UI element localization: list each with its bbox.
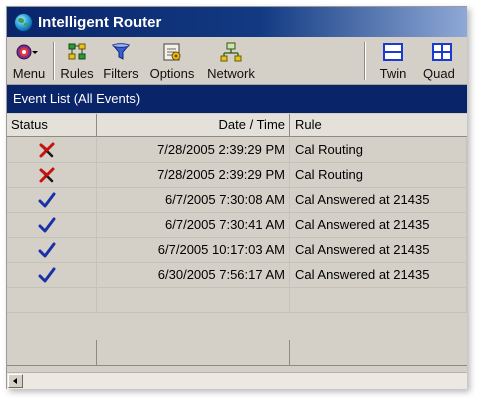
blue-check-icon [38, 217, 56, 233]
table-row[interactable]: 7/28/2005 2:39:29 PM Cal Routing [7, 163, 467, 188]
summary-cell [97, 340, 290, 366]
blue-check-icon [38, 242, 56, 258]
menu-label: Menu [12, 66, 46, 81]
table-row[interactable]: 6/7/2005 7:30:08 AM Cal Answered at 2143… [7, 188, 467, 213]
rule-cell: Cal Routing [290, 138, 467, 163]
datetime-cell: 6/7/2005 7:30:41 AM [97, 213, 290, 238]
empty-cell [97, 288, 290, 313]
app-globe-icon [14, 12, 33, 32]
filters-button[interactable]: Filters [99, 37, 143, 85]
quad-layout-icon [432, 43, 452, 61]
rule-cell: Cal Answered at 21435 [290, 263, 467, 288]
status-cell [7, 263, 97, 288]
table-row[interactable]: 6/7/2005 7:30:41 AM Cal Answered at 2143… [7, 213, 467, 238]
blue-check-icon [38, 267, 56, 283]
rules-icon [68, 43, 86, 60]
column-header-rule[interactable]: Rule [290, 114, 467, 137]
options-label: Options [149, 66, 195, 81]
datetime-cell: 6/7/2005 10:17:03 AM [97, 238, 290, 263]
empty-row [7, 288, 467, 313]
blue-check-icon [38, 192, 56, 208]
summary-cell [290, 340, 467, 366]
red-x-icon [39, 167, 55, 183]
twin-button[interactable]: Twin [369, 37, 417, 85]
empty-cell [290, 288, 467, 313]
network-button[interactable]: Network [201, 37, 261, 85]
toolbar-separator [364, 42, 366, 80]
table-row[interactable]: 7/28/2005 2:39:29 PM Cal Routing [7, 138, 467, 163]
quad-label: Quad [423, 66, 455, 81]
rules-label: Rules [60, 66, 94, 81]
toolbar-separator [53, 42, 55, 80]
rule-cell: Cal Answered at 21435 [290, 238, 467, 263]
twin-label: Twin [379, 66, 407, 81]
network-icon [220, 42, 242, 62]
filter-funnel-icon [111, 43, 131, 60]
options-button[interactable]: Options [145, 37, 199, 85]
network-label: Network [207, 66, 255, 81]
rule-cell: Cal Answered at 21435 [290, 213, 467, 238]
rule-cell: Cal Routing [290, 163, 467, 188]
options-icon [163, 43, 181, 61]
app-window: Intelligent Router Menu Rules Filters Op… [6, 6, 467, 389]
column-header-status[interactable]: Status [7, 114, 97, 137]
toolbar: Menu Rules Filters Options Network Twin … [7, 37, 467, 85]
event-list-title: Event List (All Events) [7, 85, 467, 113]
empty-cell [7, 288, 97, 313]
menu-button[interactable]: Menu [7, 37, 51, 85]
table-row[interactable]: 6/7/2005 10:17:03 AM Cal Answered at 214… [7, 238, 467, 263]
red-x-icon [39, 142, 55, 158]
datetime-cell: 6/30/2005 7:56:17 AM [97, 263, 290, 288]
table-row[interactable]: 6/30/2005 7:56:17 AM Cal Answered at 214… [7, 263, 467, 288]
column-header-datetime[interactable]: Date / Time [97, 114, 290, 137]
globe-dropdown-icon [16, 44, 38, 60]
datetime-cell: 7/28/2005 2:39:29 PM [97, 138, 290, 163]
title-bar[interactable]: Intelligent Router [7, 7, 467, 37]
filters-label: Filters [103, 66, 139, 81]
status-cell [7, 238, 97, 263]
horizontal-scrollbar[interactable] [7, 372, 467, 389]
rule-cell: Cal Answered at 21435 [290, 188, 467, 213]
twin-layout-icon [383, 43, 403, 61]
quad-button[interactable]: Quad [417, 37, 467, 85]
status-cell [7, 188, 97, 213]
summary-row [7, 340, 467, 366]
status-cell [7, 163, 97, 188]
scroll-left-arrow-icon[interactable] [8, 374, 23, 388]
window-title: Intelligent Router [38, 13, 162, 31]
status-cell [7, 138, 97, 163]
datetime-cell: 7/28/2005 2:39:29 PM [97, 163, 290, 188]
rules-button[interactable]: Rules [57, 37, 97, 85]
status-cell [7, 213, 97, 238]
summary-cell [7, 340, 97, 366]
datetime-cell: 6/7/2005 7:30:08 AM [97, 188, 290, 213]
